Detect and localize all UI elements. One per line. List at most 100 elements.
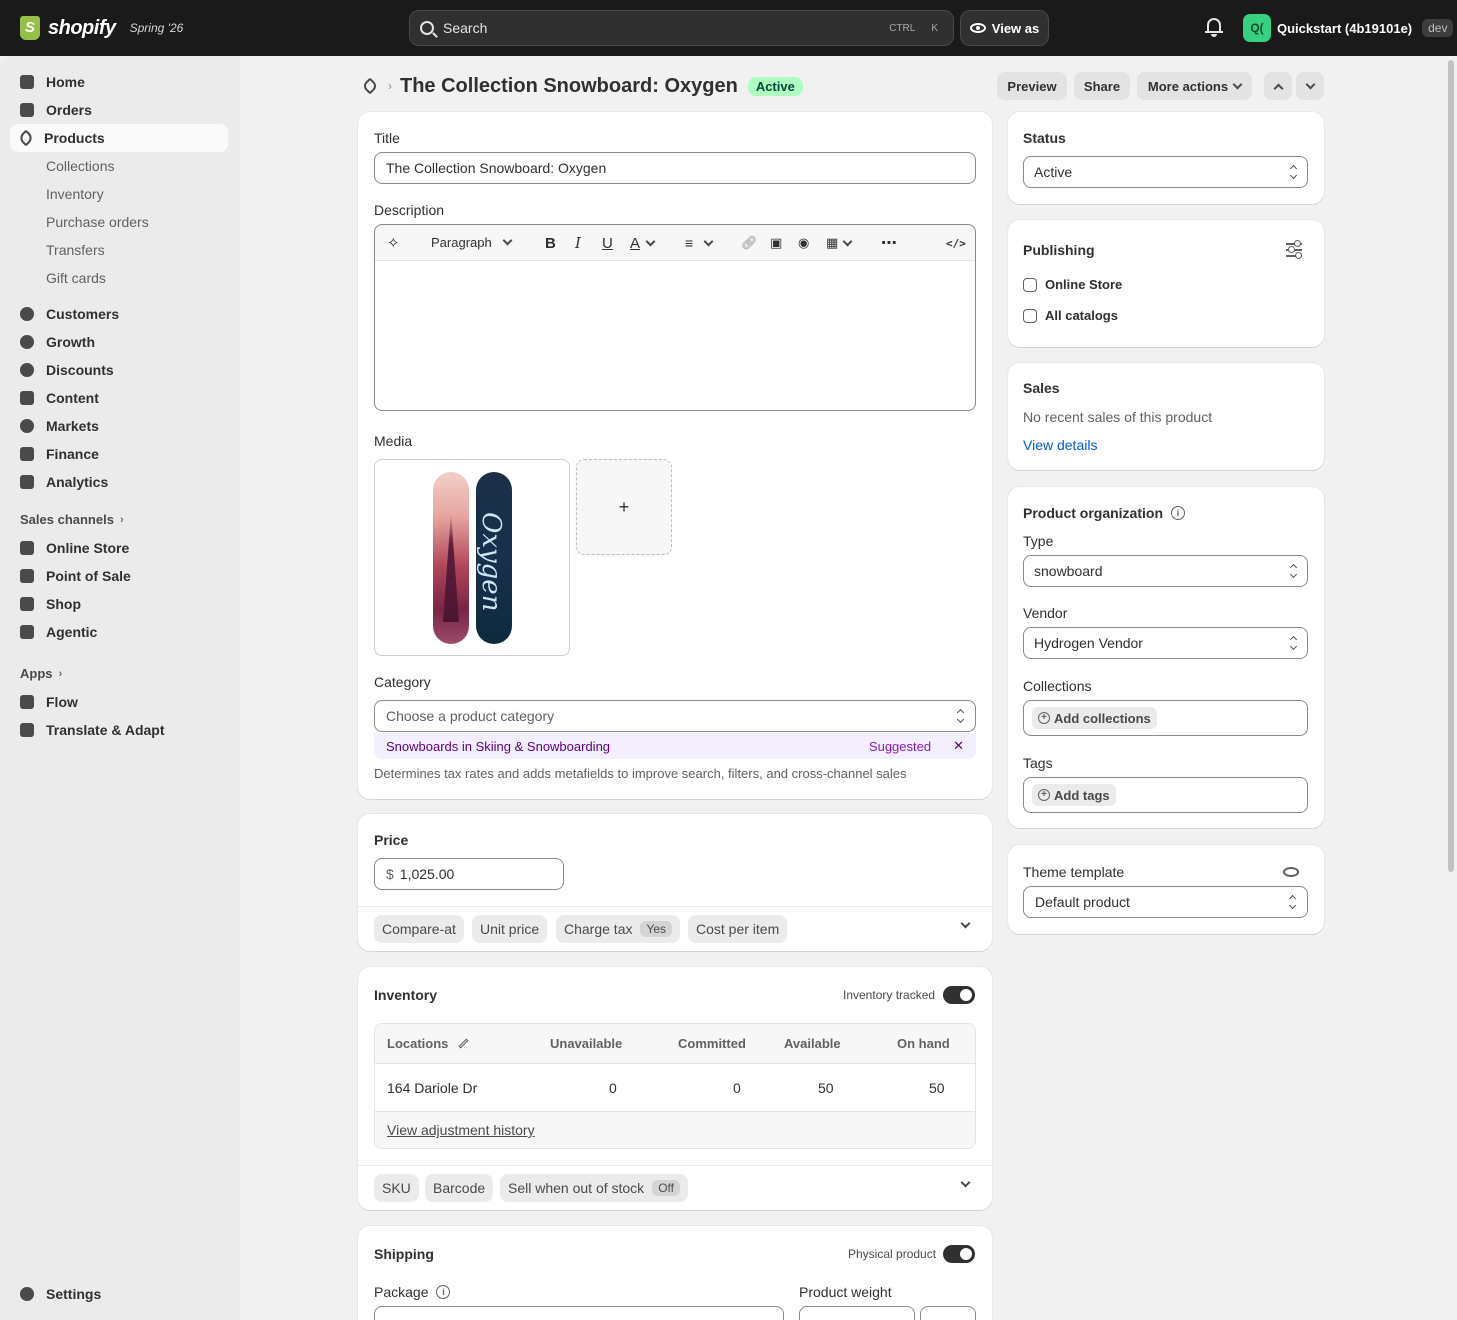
sales-label: Sales	[1023, 380, 1060, 396]
sidebar-item-settings[interactable]: Settings	[10, 1280, 228, 1308]
chevron-down-icon[interactable]	[703, 235, 714, 251]
next-product-button[interactable]	[1296, 72, 1324, 100]
sidebar-item-agentic[interactable]: Agentic	[10, 618, 228, 646]
sidebar-item-label: Markets	[46, 418, 99, 434]
link-icon[interactable]: 🔗︎	[741, 235, 758, 251]
sales-channels-heading[interactable]: Sales channels ›	[20, 512, 124, 527]
compare-at-chip[interactable]: Compare-at	[374, 915, 464, 943]
sidebar-item-shop[interactable]: Shop	[10, 590, 228, 618]
barcode-chip[interactable]: Barcode	[425, 1174, 494, 1202]
title-input[interactable]: The Collection Snowboard: Oxygen	[374, 152, 976, 184]
italic-icon[interactable]: I	[575, 234, 581, 252]
info-icon[interactable]: i	[436, 1285, 451, 1299]
sidebar-item-discounts[interactable]: Discounts	[10, 356, 228, 384]
media-label: Media	[374, 433, 413, 449]
on-hand-cell[interactable]: 50	[929, 1064, 945, 1111]
image-icon[interactable]: ▣	[770, 235, 782, 251]
sidebar-item-customers[interactable]: Customers	[10, 300, 228, 328]
more-horizontal-icon[interactable]: ⋯	[881, 235, 897, 252]
sidebar-subitem-collections[interactable]: Collections	[46, 152, 114, 180]
theme-template-select[interactable]: Default product	[1023, 886, 1308, 918]
info-icon[interactable]: i	[1171, 506, 1185, 520]
description-editor[interactable]: ✧ Paragraph B I U A ≡ 🔗︎ ▣ ◉ ▦ ⋯ </>	[374, 224, 976, 411]
preview-eye-icon[interactable]	[1283, 867, 1299, 877]
add-media-button[interactable]: +	[576, 459, 672, 555]
cost-per-item-chip[interactable]: Cost per item	[688, 915, 788, 943]
dismiss-suggestion-icon[interactable]: ✕	[953, 738, 964, 754]
apps-heading[interactable]: Apps ›	[20, 666, 62, 681]
category-suggestion[interactable]: Snowboards in Skiing & Snowboarding Sugg…	[374, 733, 976, 759]
sidebar-item-growth[interactable]: Growth	[10, 328, 228, 356]
store-switcher[interactable]: Q( Quickstart (4b19101e) dev	[1243, 14, 1454, 42]
chevron-down-icon[interactable]	[645, 235, 656, 251]
view-as-button[interactable]: View as	[960, 10, 1049, 46]
share-button[interactable]: Share	[1074, 72, 1130, 100]
search-shortcut: CTRL K	[884, 21, 943, 36]
available-cell[interactable]: 50	[818, 1064, 834, 1111]
sidebar-subitem-inventory[interactable]: Inventory	[46, 180, 104, 208]
notifications-bell-icon[interactable]	[1205, 18, 1223, 38]
sidebar-item-flow[interactable]: Flow	[10, 688, 228, 716]
sku-chip[interactable]: SKU	[374, 1174, 419, 1202]
sidebar-item-orders[interactable]: Orders	[10, 96, 228, 124]
sidebar-item-online-store[interactable]: Online Store	[10, 534, 228, 562]
package-select[interactable]	[374, 1306, 784, 1320]
sell-when-out-of-stock-chip[interactable]: Sell when out of stock Off	[500, 1174, 688, 1202]
sidebar-subitem-gift-cards[interactable]: Gift cards	[46, 264, 106, 292]
sidebar-item-point-of-sale[interactable]: Point of Sale	[10, 562, 228, 590]
sidebar-item-translate-adapt[interactable]: Translate & Adapt	[10, 716, 228, 744]
more-actions-button[interactable]: More actions	[1137, 72, 1252, 100]
view-details-link[interactable]: View details	[1023, 437, 1097, 453]
shopify-logo[interactable]: shopify Spring '26	[20, 14, 183, 42]
inventory-tracked-toggle[interactable]	[943, 986, 975, 1004]
code-icon[interactable]: </>	[946, 235, 966, 251]
category-select[interactable]: Choose a product category	[374, 700, 976, 732]
product-media-image[interactable]: Oxygen	[374, 459, 570, 656]
column-label: Locations	[387, 1036, 449, 1051]
status-value: Active	[1034, 164, 1073, 180]
tags-label: Tags	[1023, 755, 1053, 771]
unavailable-cell[interactable]: 0	[609, 1064, 617, 1111]
sidebar-subitem-purchase-orders[interactable]: Purchase orders	[46, 208, 149, 236]
vendor-select[interactable]: Hydrogen Vendor	[1023, 627, 1308, 659]
table-icon[interactable]: ▦	[826, 235, 838, 251]
sidebar-item-home[interactable]: Home	[10, 68, 228, 96]
previous-product-button[interactable]	[1264, 72, 1292, 100]
sidebar-item-content[interactable]: Content	[10, 384, 228, 412]
discount-icon	[20, 363, 34, 377]
physical-product-toggle[interactable]	[943, 1245, 975, 1263]
sidebar-item-markets[interactable]: Markets	[10, 412, 228, 440]
add-tags-button[interactable]: + Add tags	[1032, 784, 1116, 806]
add-collections-button[interactable]: + Add collections	[1032, 707, 1157, 729]
scrollbar-thumb[interactable]	[1448, 60, 1454, 872]
type-select[interactable]: snowboard	[1023, 555, 1308, 587]
editor-toolbar: ✧ Paragraph B I U A ≡ 🔗︎ ▣ ◉ ▦ ⋯ </>	[375, 225, 975, 261]
video-icon[interactable]: ◉	[798, 235, 809, 251]
sidebar-item-products[interactable]: Products	[10, 124, 228, 152]
status-select[interactable]: Active	[1023, 156, 1308, 188]
text-color-icon[interactable]: A	[630, 235, 640, 252]
underline-icon[interactable]: U	[602, 235, 613, 252]
sidebar-item-finance[interactable]: Finance	[10, 440, 228, 468]
unit-price-chip[interactable]: Unit price	[472, 915, 548, 943]
bold-icon[interactable]: B	[545, 235, 556, 252]
manage-publishing-sliders-icon[interactable]	[1286, 239, 1302, 259]
charge-tax-chip[interactable]: Charge tax Yes	[556, 915, 681, 943]
align-icon[interactable]: ≡	[685, 235, 693, 251]
package-label: Package i	[374, 1284, 451, 1300]
weight-unit-select[interactable]	[920, 1306, 976, 1320]
view-adjustment-history-link[interactable]: View adjustment history	[387, 1122, 535, 1138]
search-bar[interactable]: Search CTRL K	[409, 10, 954, 46]
price-input[interactable]: $ 1,025.00	[374, 858, 564, 890]
bank-icon	[20, 447, 34, 461]
sidebar-item-analytics[interactable]: Analytics	[10, 468, 228, 496]
products-breadcrumb-tag-icon[interactable]	[361, 77, 379, 95]
paragraph-select[interactable]: Paragraph	[431, 235, 513, 250]
preview-button[interactable]: Preview	[997, 72, 1067, 100]
chevron-down-icon[interactable]	[842, 235, 853, 251]
ai-magic-icon[interactable]: ✧	[387, 235, 400, 252]
sidebar-subitem-transfers[interactable]: Transfers	[46, 236, 105, 264]
pencil-edit-icon[interactable]	[458, 1038, 469, 1049]
catalog-icon	[1023, 308, 1037, 323]
weight-input[interactable]	[799, 1306, 915, 1320]
